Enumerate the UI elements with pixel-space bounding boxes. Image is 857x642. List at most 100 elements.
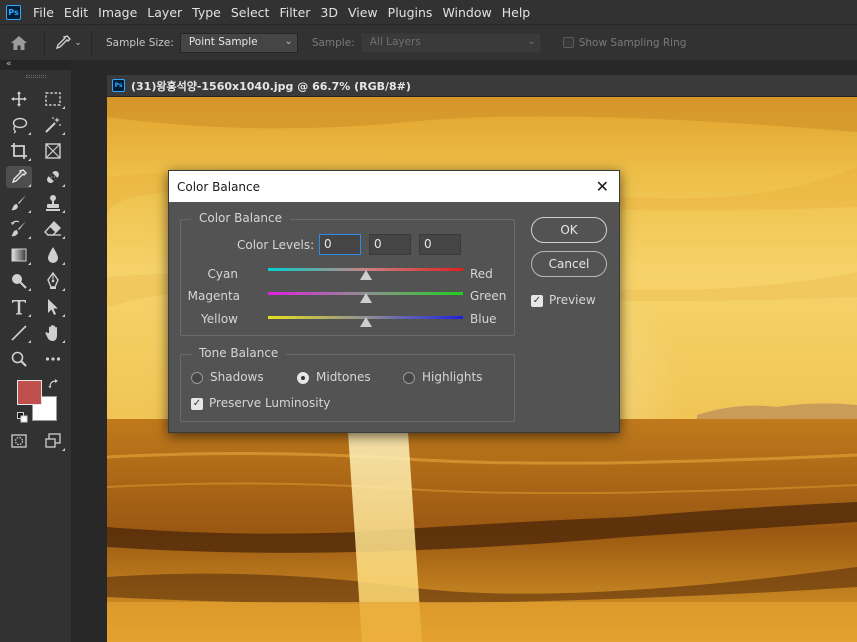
ok-button[interactable]: OK — [531, 217, 607, 243]
chevron-down-icon: ⌄ — [527, 35, 536, 47]
menu-filter[interactable]: Filter — [279, 5, 310, 20]
highlights-radio[interactable] — [403, 372, 415, 384]
menu-help[interactable]: Help — [502, 5, 531, 20]
foreground-color-swatch-top[interactable] — [17, 380, 42, 405]
marquee-tool[interactable] — [40, 88, 66, 110]
quick-mask-button[interactable] — [6, 430, 32, 452]
blur-icon — [48, 247, 58, 263]
zoom-tool[interactable] — [6, 348, 32, 370]
color-balance-group-title: Color Balance — [191, 211, 291, 225]
menu-plugins[interactable]: Plugins — [388, 5, 433, 20]
frame-tool[interactable] — [40, 140, 66, 162]
color-balance-dialog: Color Balance ✕ Color Balance Color Leve… — [168, 170, 620, 433]
hand-tool[interactable] — [40, 322, 66, 344]
menu-3d[interactable]: 3D — [320, 5, 338, 20]
line-icon — [11, 325, 27, 341]
stamp-tool[interactable] — [40, 192, 66, 214]
options-separator — [44, 30, 45, 55]
menu-type[interactable]: Type — [192, 5, 221, 20]
lasso-icon — [12, 117, 28, 134]
color-levels-label: Color Levels: — [237, 238, 315, 252]
yellow-label: Yellow — [201, 312, 238, 326]
color-level-yellow-blue-input[interactable]: 0 — [419, 234, 461, 255]
red-label: Red — [470, 267, 493, 281]
shadows-label: Shadows — [210, 370, 264, 384]
panel-grip[interactable] — [0, 70, 71, 82]
line-tool[interactable] — [6, 322, 32, 344]
stamp-icon — [46, 195, 60, 211]
close-icon[interactable]: ✕ — [596, 178, 609, 195]
menu-window[interactable]: Window — [442, 5, 491, 20]
home-icon — [11, 35, 27, 50]
move-tool[interactable] — [6, 88, 32, 110]
blur-tool[interactable] — [40, 244, 66, 266]
show-sampling-ring-checkbox[interactable] — [562, 37, 574, 48]
magic-wand-icon — [45, 117, 61, 133]
cyan-label: Cyan — [207, 267, 238, 281]
pen-tool[interactable] — [40, 270, 66, 292]
preview-label: Preview — [549, 293, 596, 307]
document-title: (31)왕홍석양-1560x1040.jpg @ 66.7% (RGB/8#) — [131, 79, 411, 93]
menu-edit[interactable]: Edit — [64, 5, 88, 20]
sample-size-select[interactable]: Point Sample ⌄ — [179, 32, 298, 53]
sample-label: Sample: — [311, 36, 355, 49]
magic-wand-tool[interactable] — [40, 114, 66, 136]
preserve-luminosity-checkbox[interactable]: ✓ — [191, 398, 203, 410]
gradient-tool[interactable] — [6, 244, 32, 266]
document-tab[interactable]: Ps (31)왕홍석양-1560x1040.jpg @ 66.7% (RGB/8… — [107, 75, 857, 97]
pen-icon — [47, 272, 59, 289]
blue-label: Blue — [470, 312, 497, 326]
magenta-green-slider-thumb[interactable] — [359, 293, 372, 303]
hand-icon — [45, 325, 57, 341]
type-tool[interactable] — [6, 296, 32, 318]
lasso-tool[interactable] — [6, 114, 32, 136]
collapse-panel-button[interactable]: « — [0, 60, 71, 70]
color-level-cyan-red-input[interactable]: 0 — [319, 234, 361, 255]
menu-view[interactable]: View — [348, 5, 378, 20]
healing-tool[interactable] — [40, 166, 66, 188]
options-bar: ⌄ Sample Size: Point Sample ⌄ Sample: Al… — [0, 24, 857, 60]
quick-mask-icon — [11, 434, 27, 448]
sample-value: All Layers — [369, 35, 421, 48]
eraser-tool[interactable] — [40, 218, 66, 240]
history-brush-tool[interactable] — [6, 218, 32, 240]
shadows-radio[interactable] — [191, 372, 203, 384]
yellow-blue-slider-thumb[interactable] — [359, 317, 372, 327]
menu-image[interactable]: Image — [98, 5, 137, 20]
tool-preset-picker[interactable]: ⌄ — [51, 31, 85, 55]
type-icon — [12, 300, 26, 315]
more-icon — [45, 357, 61, 361]
screen-mode-button[interactable] — [40, 430, 66, 452]
cancel-button[interactable]: Cancel — [531, 251, 607, 277]
path-selection-tool[interactable] — [40, 296, 66, 318]
gradient-icon — [11, 248, 27, 262]
midtones-radio[interactable] — [297, 372, 309, 384]
frame-icon — [45, 143, 61, 159]
zoom-icon — [11, 351, 27, 367]
menu-layer[interactable]: Layer — [147, 5, 182, 20]
menu-file[interactable]: File — [33, 5, 54, 20]
dodge-icon — [12, 274, 27, 289]
brush-tool[interactable] — [6, 192, 32, 214]
menu-select[interactable]: Select — [231, 5, 270, 20]
brush-icon — [11, 195, 26, 211]
history-brush-icon — [11, 220, 26, 237]
move-icon — [11, 91, 27, 107]
home-button[interactable] — [0, 28, 38, 58]
sample-select[interactable]: All Layers ⌄ — [360, 32, 541, 53]
eyedropper-icon — [11, 169, 27, 184]
swap-colors-icon[interactable] — [48, 378, 60, 390]
eyedropper-tool[interactable] — [6, 166, 32, 188]
cyan-red-slider-thumb[interactable] — [359, 270, 372, 280]
default-colors-icon[interactable] — [17, 412, 28, 423]
crop-tool[interactable] — [6, 140, 32, 162]
dialog-title-bar[interactable]: Color Balance ✕ — [169, 171, 619, 202]
preview-checkbox[interactable]: ✓ — [531, 295, 543, 307]
screen-mode-icon — [45, 433, 61, 448]
path-select-icon — [48, 299, 58, 315]
edit-toolbar-button[interactable] — [40, 348, 66, 370]
color-level-magenta-green-input[interactable]: 0 — [369, 234, 411, 255]
eyedropper-icon — [56, 34, 72, 49]
photoshop-logo-icon[interactable]: Ps — [6, 4, 21, 20]
dodge-tool[interactable] — [6, 270, 32, 292]
